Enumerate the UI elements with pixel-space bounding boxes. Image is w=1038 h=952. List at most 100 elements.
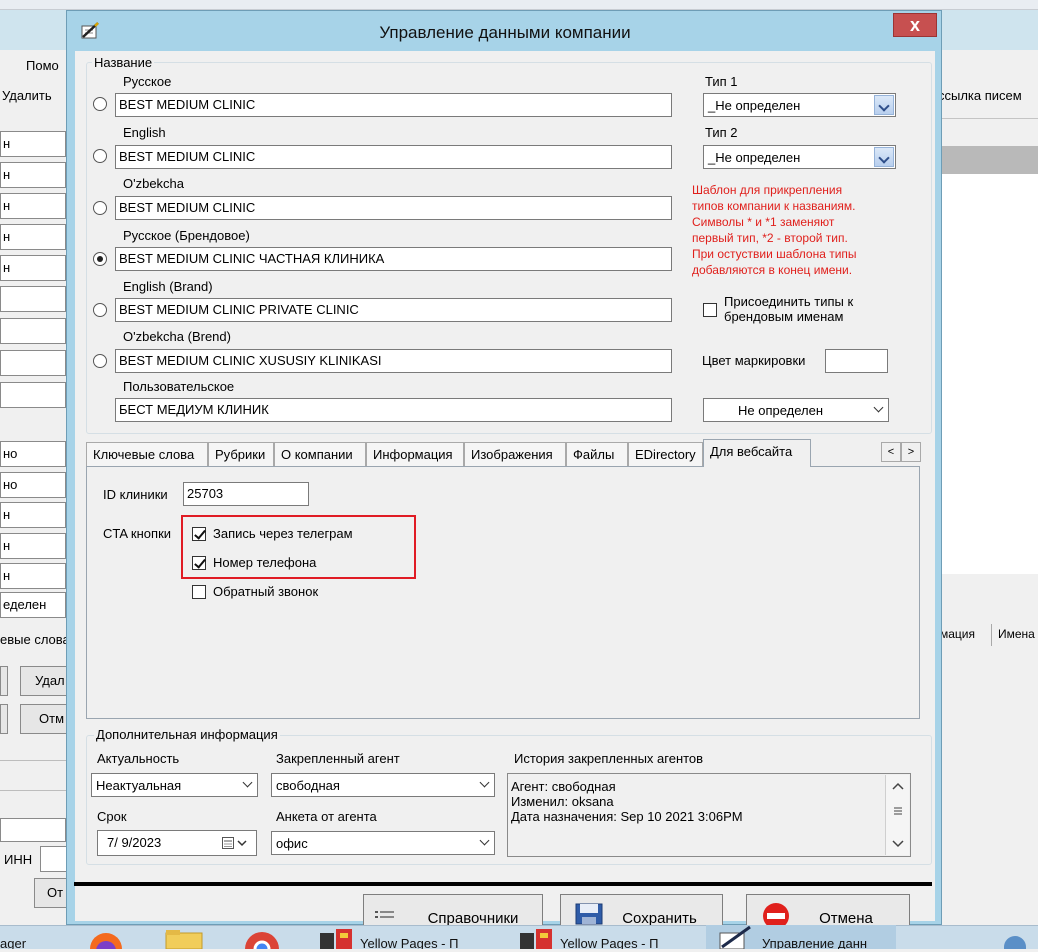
background-tab-info[interactable]: мация [940,627,975,641]
name-label-en-brand: English (Brand) [123,279,213,294]
name-input-uz[interactable]: BEST MEDIUM CLINIC [115,196,672,220]
background-field[interactable]: н [0,255,66,281]
firefox-icon[interactable] [86,928,126,952]
tab-scroll-left[interactable]: < [881,442,901,462]
taskbar-item-label: Yellow Pages - П [360,936,459,949]
tab-rubrics[interactable]: Рубрики [208,442,274,466]
clinic-id-input[interactable]: 25703 [183,482,309,506]
yellow-pages-app-icon [316,927,356,949]
background-divider [0,760,66,761]
taskbar-item-pager[interactable]: ager [0,925,60,949]
taskbar-item-yellow-pages-2[interactable]: Yellow Pages - П [510,925,700,949]
taskbar-item-yellow-pages-1[interactable]: Yellow Pages - П [310,925,500,949]
chevron-down-icon[interactable] [479,777,490,788]
name-label-ru: Русское [123,74,172,89]
name-label-en: English [123,125,166,140]
tab-images[interactable]: Изображения [464,442,566,466]
agent-history-box[interactable]: Агент: свободная Изменил: oksana Дата на… [507,773,911,857]
background-delete-label[interactable]: Удалить [2,88,52,103]
background-grid[interactable] [940,174,1038,574]
radio-name-en[interactable] [93,149,107,163]
cta-callback-checkbox[interactable] [192,585,206,599]
close-button[interactable]: x [893,13,937,37]
background-small-button[interactable] [0,666,8,696]
agent-select[interactable]: свободная [271,773,495,797]
tab-keywords[interactable]: Ключевые слова [86,442,208,466]
chevron-down-icon[interactable] [874,95,894,115]
custom-type-value: Не определен [738,403,824,418]
radio-name-en-brand[interactable] [93,303,107,317]
term-date-picker[interactable]: 7/ 9/2023 [97,830,257,856]
type2-select[interactable]: _Не определен [703,145,896,169]
chevron-left-icon: < [887,446,895,458]
agent-form-select[interactable]: офис [271,831,495,855]
chevron-down-icon[interactable] [479,835,490,846]
tab-files[interactable]: Файлы [566,442,628,466]
background-small-button[interactable] [0,704,8,734]
template-note: Шаблон для прикрепления типов компании к… [692,182,912,278]
agent-form-label: Анкета от агента [276,809,377,824]
taskbar-item-label: Управление данн [762,936,868,949]
background-field[interactable]: н [0,162,66,188]
background-tab-divider [991,624,992,646]
background-field[interactable]: н [0,563,66,589]
name-input-ru[interactable]: BEST MEDIUM CLINIC [115,93,672,117]
background-cancel-button[interactable]: Отм [20,704,68,734]
type1-select[interactable]: _Не определен [703,93,896,117]
background-field[interactable]: н [0,502,66,528]
agent-value: свободная [276,778,340,793]
background-field[interactable] [0,818,66,842]
name-input-ru-brand[interactable]: BEST MEDIUM CLINIC ЧАСТНАЯ КЛИНИКА [115,247,672,271]
template-note-line: Шаблон для прикрепления [692,183,843,197]
background-menu-help[interactable]: Помо [26,58,59,73]
calendar-icon[interactable] [222,837,250,854]
chrome-icon[interactable] [242,928,282,952]
name-input-custom[interactable]: БЕСТ МЕДИУМ КЛИНИК [115,398,672,422]
background-mailing-label[interactable]: ссылка писем [938,88,1022,103]
attach-types-label-line: брендовым именам [724,309,844,324]
name-label-uz-brand: O'zbekcha (Brend) [123,329,231,344]
relevance-select[interactable]: Неактуальная [91,773,258,797]
term-label: Срок [97,809,127,824]
template-note-line: первый тип, *2 - второй тип. [692,231,848,245]
background-field[interactable]: но [0,472,66,498]
taskbar-item-company-data[interactable]: Управление данн [706,925,896,949]
background-field[interactable] [0,350,66,376]
type1-value: _Не определен [708,98,801,113]
tab-edirectory[interactable]: EDirectory [628,442,703,466]
attach-types-checkbox[interactable] [703,303,717,317]
background-field[interactable]: н [0,533,66,559]
chevron-down-icon[interactable] [873,402,884,413]
tab-info[interactable]: Информация [366,442,464,466]
radio-name-ru[interactable] [93,97,107,111]
background-delete-button[interactable]: Удал [20,666,68,696]
name-input-en-brand[interactable]: BEST MEDIUM CLINIC PRIVATE CLINIC [115,298,672,322]
radio-name-uz-brand[interactable] [93,354,107,368]
background-field[interactable]: н [0,224,66,250]
tab-website[interactable]: Для вебсайта [703,439,811,467]
background-field[interactable]: н [0,193,66,219]
background-tab-names[interactable]: Имена [998,627,1035,641]
name-input-uz-brand[interactable]: BEST MEDIUM CLINIC XUSUSIY KLINIKASI [115,349,672,373]
radio-name-uz[interactable] [93,201,107,215]
background-field[interactable] [0,286,66,312]
radio-name-ru-brand[interactable] [93,252,107,266]
background-field[interactable] [0,318,66,344]
chevron-down-icon[interactable] [874,147,894,167]
yellow-pages-app-icon [516,927,556,949]
background-bottom-button[interactable]: От [34,878,68,908]
background-inn-field[interactable] [40,846,68,872]
chevron-down-icon[interactable] [242,777,253,788]
tab-about[interactable]: О компании [274,442,366,466]
background-field[interactable]: но [0,441,66,467]
tab-scroll-right[interactable]: > [901,442,921,462]
background-field[interactable]: еделен [0,592,66,618]
background-keywords-tab[interactable]: евые слова [0,632,70,647]
background-field[interactable] [0,382,66,408]
background-field[interactable]: н [0,131,66,157]
marker-color-input[interactable] [825,349,888,373]
name-input-en[interactable]: BEST MEDIUM CLINIC [115,145,672,169]
name-group-legend: Название [92,55,155,70]
history-scrollbar[interactable] [885,775,909,855]
custom-type-select[interactable]: Не определен [703,398,889,422]
